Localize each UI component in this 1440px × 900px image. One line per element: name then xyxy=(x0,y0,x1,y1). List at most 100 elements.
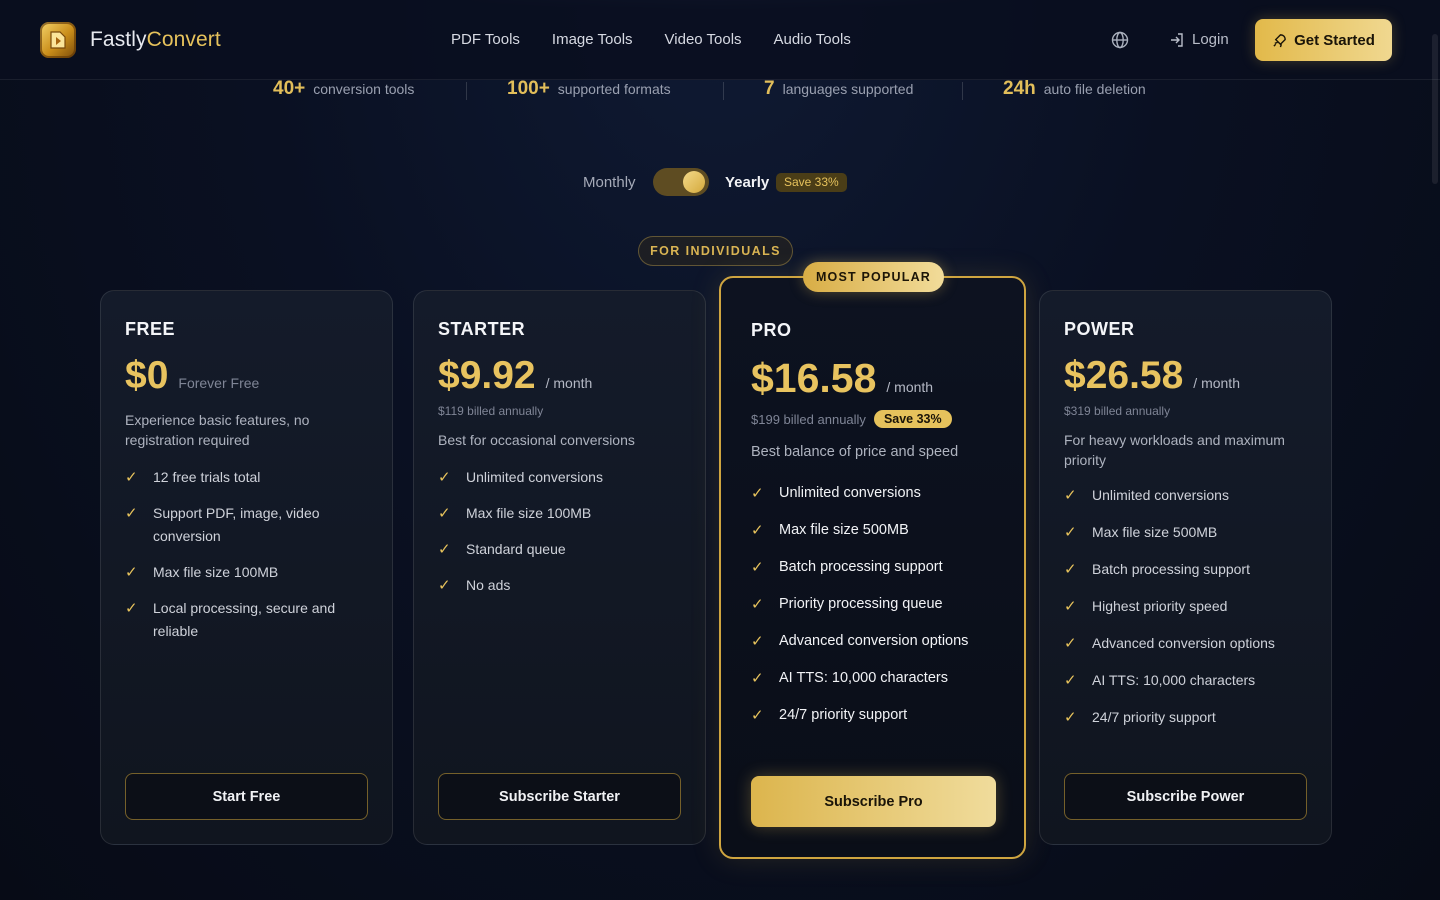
check-icon: ✓ xyxy=(1064,561,1077,578)
plan-card-pro: MOST POPULAR PRO $16.58 / month $199 bil… xyxy=(719,262,1026,859)
list-item: ✓ 12 free trials total xyxy=(125,466,368,489)
feature-text: Support PDF, image, video conversion xyxy=(153,505,320,544)
subscribe-pro-button[interactable]: Subscribe Pro xyxy=(751,776,996,827)
check-icon: ✓ xyxy=(1064,524,1077,541)
feature-text: Max file size 100MB xyxy=(153,564,279,580)
plan-price: $26.58 xyxy=(1064,354,1184,397)
feature-text: Batch processing support xyxy=(779,559,943,575)
plan-name: PRO xyxy=(751,320,792,340)
stat-formats: 100+ supported formats xyxy=(507,78,671,100)
feature-text: 24/7 priority support xyxy=(779,707,908,723)
feature-text: Max file size 100MB xyxy=(466,505,592,521)
globe-icon[interactable] xyxy=(1110,30,1130,50)
list-item: ✓ Unlimited conversions xyxy=(1064,484,1307,507)
feature-list: ✓ Unlimited conversions ✓ Max file size 50… xyxy=(751,482,994,727)
feature-text: 24/7 priority support xyxy=(1092,709,1216,725)
price-row: $26.58 / month xyxy=(1064,354,1307,398)
monthly-label[interactable]: Monthly xyxy=(583,174,636,191)
rocket-icon xyxy=(1273,33,1286,47)
stat-label: auto file deletion xyxy=(1043,81,1146,97)
check-icon: ✓ xyxy=(1064,635,1077,652)
check-icon: ✓ xyxy=(1064,709,1077,726)
login-link[interactable]: Login xyxy=(1169,31,1229,48)
subscribe-power-button[interactable]: Subscribe Power xyxy=(1064,773,1307,820)
billed-annually: $319 billed annually xyxy=(1064,404,1307,418)
feature-text: Max file size 500MB xyxy=(779,522,909,538)
site-header: FastlyConvert PDF Tools Image Tools Vide… xyxy=(0,0,1440,80)
list-item: ✓ Support PDF, image, video conversion xyxy=(125,502,368,548)
feature-text: Local processing, secure and reliable xyxy=(153,600,336,639)
list-item: ✓ Unlimited conversions xyxy=(438,466,681,489)
plan-period: / month xyxy=(1193,375,1240,391)
yearly-label[interactable]: Yearly xyxy=(725,174,769,191)
stat-label: supported formats xyxy=(557,81,671,97)
brand-name-part1: Fastly xyxy=(90,28,147,51)
plan-description: Best for occasional conversions xyxy=(438,432,635,448)
subscribe-starter-button[interactable]: Subscribe Starter xyxy=(438,773,681,820)
feature-text: No ads xyxy=(466,577,511,593)
start-free-button[interactable]: Start Free xyxy=(125,773,368,820)
check-icon: ✓ xyxy=(751,559,764,576)
nav-item-pdf-tools[interactable]: PDF Tools xyxy=(451,31,520,48)
nav-item-image-tools[interactable]: Image Tools xyxy=(552,31,633,48)
plan-name: FREE xyxy=(125,319,176,339)
stat-number: 40+ xyxy=(273,78,306,99)
billed-text: $199 billed annually xyxy=(751,411,866,427)
check-icon: ✓ xyxy=(125,505,138,522)
plan-period: Forever Free xyxy=(178,375,260,391)
nav-item-video-tools[interactable]: Video Tools xyxy=(665,31,742,48)
check-icon: ✓ xyxy=(1064,672,1077,689)
check-icon: ✓ xyxy=(1064,598,1077,615)
stat-number: 7 xyxy=(764,78,775,99)
brand-logo[interactable]: FastlyConvert xyxy=(40,22,221,58)
stat-languages: 7 languages supported xyxy=(764,78,913,100)
check-icon: ✓ xyxy=(438,577,451,594)
check-icon: ✓ xyxy=(751,633,764,650)
logo-icon xyxy=(40,22,76,58)
list-item: ✓ Unlimited conversions xyxy=(751,482,994,505)
check-icon: ✓ xyxy=(438,469,451,486)
stat-divider xyxy=(962,82,963,100)
stat-label: languages supported xyxy=(782,81,914,97)
feature-text: AI TTS: 10,000 characters xyxy=(1092,672,1256,688)
feature-text: Standard queue xyxy=(466,541,566,557)
save-badge: Save 33% xyxy=(776,173,847,192)
check-icon: ✓ xyxy=(438,541,451,558)
plan-period: / month xyxy=(886,379,934,395)
check-icon: ✓ xyxy=(125,469,138,486)
billed-text: $119 billed annually xyxy=(438,404,544,418)
check-icon: ✓ xyxy=(438,505,451,522)
plan-card-power: POWER $26.58 / month $319 billed annuall… xyxy=(1039,290,1332,845)
get-started-label: Get Started xyxy=(1294,31,1375,49)
feature-list: ✓ Unlimited conversions ✓ Max file size 10… xyxy=(438,466,681,597)
plan-name: POWER xyxy=(1064,319,1135,339)
list-item: ✓ Batch processing support xyxy=(1064,558,1307,581)
billed-annually: $199 billed annually Save 33% xyxy=(751,410,994,428)
list-item: ✓ Max file size 100MB xyxy=(125,561,368,584)
nav-item-audio-tools[interactable]: Audio Tools xyxy=(774,31,851,48)
plan-description: For heavy workloads and maximum priority xyxy=(1064,432,1285,468)
stat-number: 24h xyxy=(1003,78,1036,99)
stat-divider xyxy=(466,82,467,100)
billing-toggle[interactable] xyxy=(653,168,709,196)
list-item: ✓ Max file size 100MB xyxy=(438,502,681,525)
list-item: ✓ Highest priority speed xyxy=(1064,595,1307,618)
feature-text: Batch processing support xyxy=(1092,561,1250,577)
main-nav: PDF Tools Image Tools Video Tools Audio … xyxy=(451,31,851,48)
list-item: ✓ AI TTS: 10,000 characters xyxy=(751,667,994,690)
list-item: ✓ Standard queue xyxy=(438,538,681,561)
get-started-button[interactable]: Get Started xyxy=(1255,19,1392,61)
billed-annually: $119 billed annually xyxy=(438,404,681,418)
save-badge: Save 33% xyxy=(873,410,952,428)
toggle-knob xyxy=(683,171,705,193)
scrollbar[interactable] xyxy=(1432,34,1438,184)
list-item: ✓ AI TTS: 10,000 characters xyxy=(1064,669,1307,692)
list-item: ✓ 24/7 priority support xyxy=(1064,706,1307,729)
billing-toggle-row: Monthly Yearly Save 33% xyxy=(0,166,1440,198)
list-item: ✓ Max file size 500MB xyxy=(751,519,994,542)
stat-label: conversion tools xyxy=(313,81,415,97)
segment-label: FOR INDIVIDUALS xyxy=(638,236,793,266)
plan-price: $16.58 xyxy=(751,355,877,401)
plan-card-starter: STARTER $9.92 / month $119 billed annual… xyxy=(413,290,706,845)
list-item: ✓ Priority processing queue xyxy=(751,593,994,616)
